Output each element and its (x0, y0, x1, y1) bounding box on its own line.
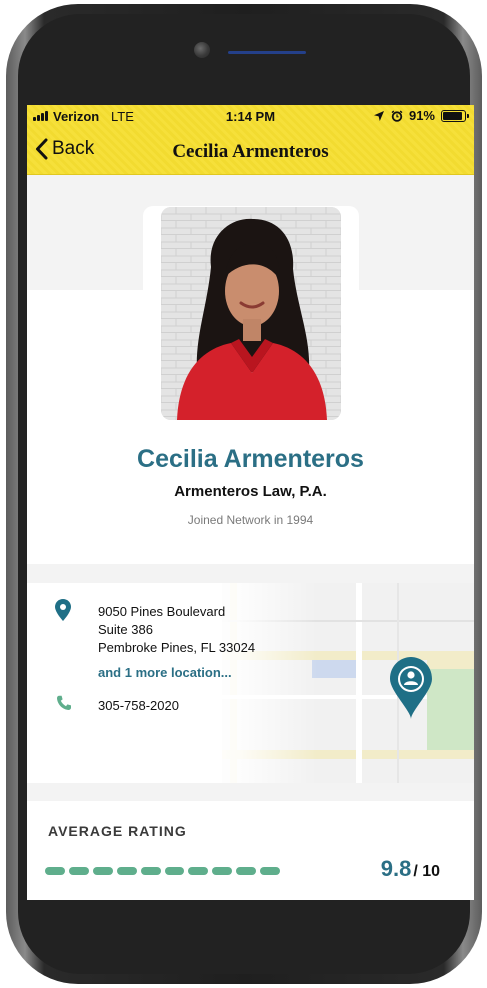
address-line-2: Suite 386 (98, 622, 153, 637)
rating-bar-segment (212, 867, 233, 875)
attorney-name: Cecilia Armenteros (137, 445, 364, 473)
status-right-group: 91% (373, 108, 469, 123)
front-camera (194, 42, 210, 58)
location-section: 9050 Pines Boulevard Suite 386 Pembroke … (27, 583, 474, 783)
rating-bar (45, 867, 281, 875)
profile-photo-illustration (161, 207, 341, 420)
firm-name: Armenteros Law, P.A. (174, 483, 327, 500)
location-arrow-icon (373, 110, 384, 121)
rating-score-max: / 10 (413, 863, 440, 880)
rating-bar-segment (140, 867, 161, 875)
rating-bar-segment (116, 867, 137, 875)
phone-icon (57, 695, 71, 710)
more-locations-link[interactable]: and 1 more location... (98, 665, 232, 680)
status-bar: Verizon LTE 1:14 PM 91% (27, 105, 474, 127)
phone-number[interactable]: 305-758-2020 (98, 698, 179, 713)
battery-icon (441, 109, 469, 122)
office-address: 9050 Pines Boulevard Suite 386 Pembroke … (98, 603, 255, 657)
page-title: Cecilia Armenteros (172, 141, 329, 162)
rating-bar-segment (68, 867, 89, 875)
rating-score: 9.8 / 10 (381, 856, 440, 882)
app-screen: Verizon LTE 1:14 PM 91% Back Cecilia Arm… (27, 105, 474, 900)
address-line-1: 9050 Pines Boulevard (98, 604, 226, 619)
map-pin-icon (55, 599, 71, 621)
rating-score-value: 9.8 (380, 856, 412, 881)
rating-bar-segment (260, 867, 281, 875)
rating-bar-segment (92, 867, 113, 875)
earpiece-speaker (228, 51, 306, 54)
alarm-icon (391, 109, 403, 122)
rating-bar-segment (236, 867, 257, 875)
battery-level (443, 111, 463, 120)
battery-percentage: 91% (408, 108, 435, 123)
rating-bar-segment (188, 867, 209, 875)
rating-bar-segment (164, 867, 185, 875)
address-line-3: Pembroke Pines, FL 33024 (98, 640, 256, 655)
joined-network: Joined Network in 1994 (187, 513, 314, 527)
rating-section: AVERAGE RATING 9.8 / 10 (27, 801, 474, 900)
rating-label: AVERAGE RATING (48, 823, 187, 839)
app-header: Verizon LTE 1:14 PM 91% Back Cecilia Arm… (27, 105, 474, 175)
rating-bar-segment (45, 867, 65, 875)
profile-photo (161, 207, 341, 420)
